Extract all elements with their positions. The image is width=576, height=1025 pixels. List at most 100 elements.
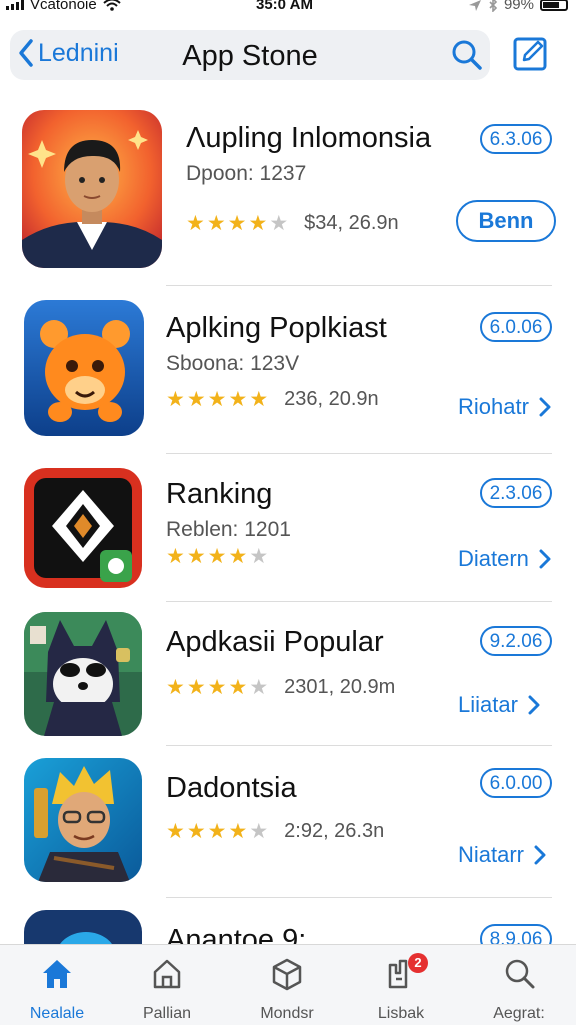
star-icon: ★ (207, 388, 227, 411)
price-badge[interactable]: 6.0.06 (480, 312, 552, 342)
app-rating: ★ ★ ★ ★ ★ 2:92, 26.3n (166, 820, 384, 843)
app-meta: 2301, 20.9m (284, 676, 396, 698)
tab-label: Lisbak (377, 1005, 425, 1022)
app-rating: ★ ★ ★ ★ ★ $34, 26.9n (186, 212, 399, 235)
app-subtitle: Reblen: 1201 (166, 518, 291, 541)
tab-label: Mondsr (260, 1005, 314, 1022)
tab-bar: Nealale Pallian Mondsr 2 Lisbak Aegrat: (0, 944, 576, 1025)
star-icon: ★ (186, 212, 205, 235)
search-icon (474, 955, 564, 993)
more-link[interactable]: Niatarr (458, 842, 546, 868)
more-label: Diatern (458, 546, 529, 571)
battery-percent: 99% (503, 0, 534, 13)
more-link[interactable]: Diatern (458, 546, 551, 572)
app-rating: ★ ★ ★ ★ ★ 236, 20.9n (166, 388, 379, 411)
updates-icon: 2 (356, 953, 446, 993)
star-icon: ★ (206, 212, 226, 235)
star-icon: ★ (249, 388, 269, 411)
more-label: Niatarr (458, 842, 525, 867)
app-row[interactable]: Anantoe 9: 8.9.06 (0, 898, 576, 944)
app-icon-portrait[interactable] (22, 110, 162, 268)
star-icon: ★ (186, 545, 206, 568)
carrier-group: Vcatonoie (6, 0, 121, 13)
star-icon: ★ (166, 820, 185, 843)
app-title: Anantoe 9: (166, 924, 307, 944)
app-rating: ★ ★ ★ ★ ★ (166, 546, 268, 567)
price-badge[interactable]: 9.2.06 (480, 626, 552, 656)
app-icon-diamond[interactable] (24, 468, 142, 588)
star-icon: ★ (249, 820, 269, 843)
tab-search[interactable]: Aegrat: (474, 955, 564, 1023)
compose-icon (513, 37, 547, 71)
price-badge[interactable]: 8.9.06 (480, 924, 552, 944)
wifi-icon (103, 0, 121, 11)
star-icon: ★ (186, 676, 206, 699)
nav-bar: Lednini App Stone (10, 30, 490, 80)
status-time: 35:0 AM (256, 0, 313, 13)
chevron-right-icon (528, 695, 540, 715)
battery-icon (540, 0, 568, 11)
more-label: Liiatar (458, 692, 518, 717)
compose-button[interactable] (512, 36, 548, 77)
app-icon-wolf[interactable] (24, 612, 142, 736)
app-row[interactable]: Λupling Inlomonsia Dpoon: 1237 ★ ★ ★ ★ ★ $34… (0, 96, 576, 286)
app-title: Apdkasii Popular (166, 626, 384, 658)
app-subtitle: Dpoon: 1237 (186, 162, 307, 185)
signal-icon (6, 0, 24, 10)
app-rating: ★ ★ ★ ★ ★ 2301, 20.9m (166, 676, 395, 699)
app-meta: $34, 26.9n (304, 212, 399, 234)
price-badge[interactable]: 6.0.00 (480, 768, 552, 798)
star-icon: ★ (227, 212, 247, 235)
status-right: 99% (468, 0, 568, 13)
house-outline-icon (122, 955, 212, 993)
tab-updates[interactable]: 2 Lisbak (356, 953, 446, 1023)
app-row[interactable]: Dadontsia ★ ★ ★ ★ ★ 2:92, 26.3n 6.0.00 Niata… (0, 746, 576, 898)
app-row[interactable]: Ranking Reblen: 1201 ★ ★ ★ ★ ★ 2.3.06 Diater… (0, 454, 576, 602)
app-title: Λupling Inlomonsia (186, 122, 432, 154)
tab-label: Aegrat: (493, 1005, 545, 1022)
star-icon: ★ (228, 820, 248, 843)
star-icon: ★ (166, 388, 185, 411)
tab-label: Nealale (29, 1005, 85, 1022)
chevron-right-icon (539, 397, 551, 417)
app-row[interactable]: Aplking Poplkiast Sboona: 123V ★ ★ ★ ★ ★ 236… (0, 286, 576, 454)
status-bar: Vcatonoie 35:0 AM 99% (0, 0, 576, 16)
app-meta: 2:92, 26.3n (284, 820, 385, 842)
bluetooth-icon (489, 0, 498, 12)
tab-apps[interactable]: Mondsr (242, 955, 332, 1023)
star-icon: ★ (207, 676, 227, 699)
tab-games[interactable]: Pallian (122, 955, 212, 1023)
star-icon: ★ (166, 676, 185, 699)
price-badge[interactable]: 2.3.06 (480, 478, 552, 508)
app-row[interactable]: Apdkasii Popular ★ ★ ★ ★ ★ 2301, 20.9m 9.2.0… (0, 602, 576, 746)
star-icon: ★ (228, 676, 248, 699)
star-icon: ★ (207, 545, 227, 568)
chevron-right-icon (534, 845, 546, 865)
home-icon (12, 955, 102, 993)
app-title: Aplking Poplkiast (166, 312, 387, 344)
tab-today[interactable]: Nealale (12, 955, 102, 1023)
page-title: App Stone (182, 40, 318, 72)
tab-label: Pallian (142, 1005, 192, 1022)
carrier-name: Vcatonoie (30, 0, 97, 13)
more-link[interactable]: Liiatar (458, 692, 540, 718)
more-link[interactable]: Riohatr (458, 394, 551, 420)
price-badge[interactable]: 6.3.06 (480, 124, 552, 154)
star-icon: ★ (228, 545, 248, 568)
app-meta: 236, 20.9n (284, 388, 379, 410)
star-icon: ★ (249, 545, 269, 568)
more-label: Riohatr (458, 394, 529, 419)
app-icon-hero[interactable] (24, 758, 142, 882)
app-title: Ranking (166, 478, 273, 510)
star-icon: ★ (166, 545, 185, 568)
app-subtitle: Sboona: 123V (166, 352, 300, 375)
star-icon: ★ (249, 676, 269, 699)
star-icon: ★ (186, 388, 206, 411)
star-icon: ★ (269, 212, 289, 235)
notification-badge: 2 (408, 953, 428, 973)
app-icon-bird[interactable] (24, 910, 142, 944)
app-icon-bear[interactable] (24, 300, 144, 436)
cube-icon (242, 955, 332, 993)
search-button[interactable] (450, 38, 484, 77)
get-button[interactable]: Benn (456, 200, 556, 242)
